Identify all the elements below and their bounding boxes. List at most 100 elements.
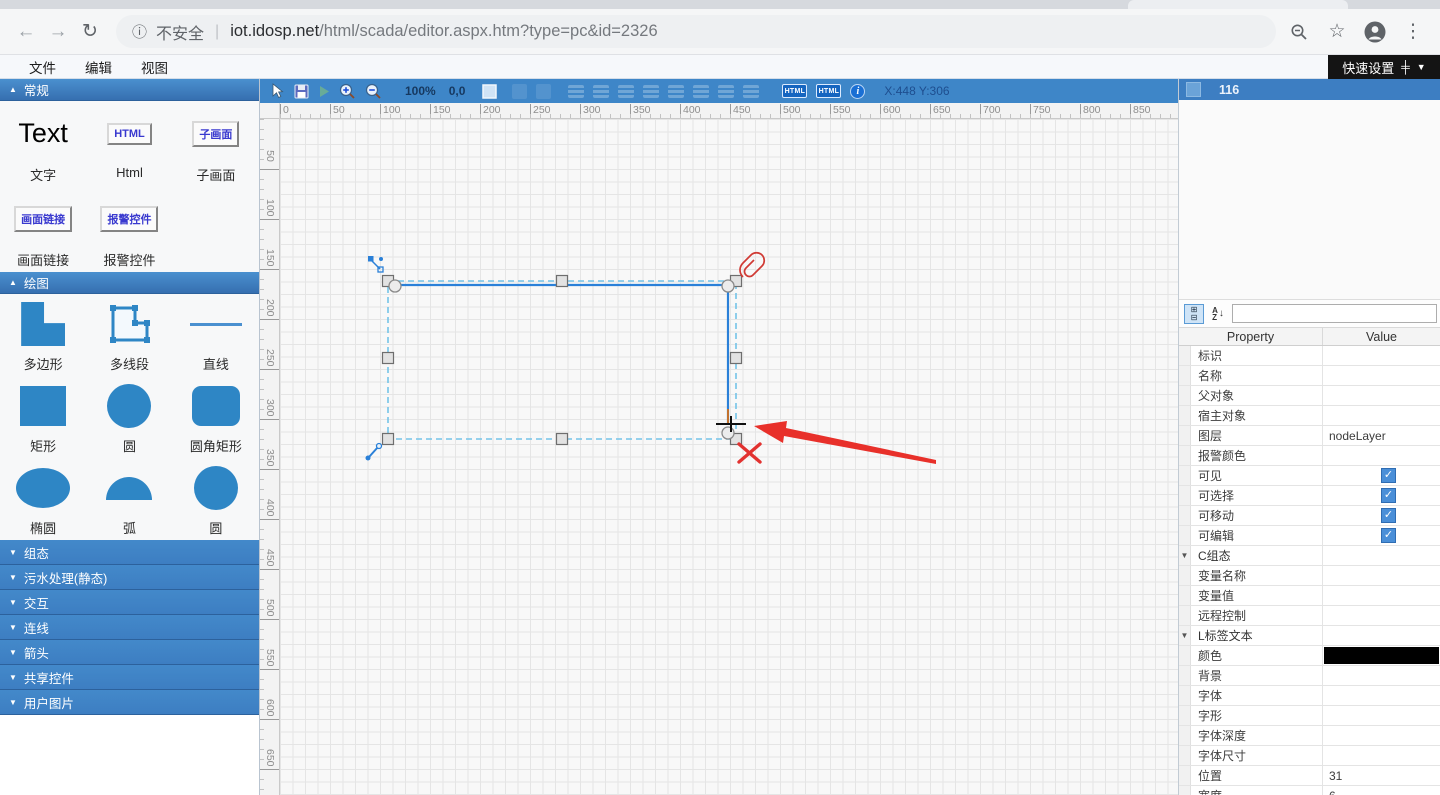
property-value-cell[interactable]	[1323, 346, 1440, 365]
run-preview-icon[interactable]	[318, 85, 330, 98]
palette-item[interactable]: 弧	[86, 458, 172, 540]
property-value-cell[interactable]: ✓	[1323, 506, 1440, 525]
browser-menu-icon[interactable]: ⋮	[1400, 19, 1426, 45]
page-info-icon[interactable]: ⓘ	[132, 21, 147, 42]
property-value-cell[interactable]	[1323, 386, 1440, 405]
save-icon[interactable]	[294, 84, 309, 99]
align-right-icon[interactable]	[618, 84, 635, 98]
html-preview-icon[interactable]: HTML	[816, 84, 842, 98]
distribute-v-icon[interactable]	[743, 84, 760, 98]
property-value-cell[interactable]	[1323, 366, 1440, 385]
chevron-up-icon: ▲	[9, 85, 17, 94]
select-tool-icon[interactable]	[270, 83, 285, 99]
address-bar[interactable]: ⓘ 不安全 | iot.idosp.net/html/scada/editor.…	[116, 15, 1276, 48]
fit-screen-icon[interactable]: ╪	[1401, 60, 1410, 74]
section-header[interactable]: ▼ 交互	[0, 590, 259, 615]
value-column-header[interactable]: Value	[1323, 328, 1440, 345]
distribute-h-icon[interactable]	[718, 84, 735, 98]
palette-item[interactable]: 椭圆	[0, 458, 86, 540]
forward-button[interactable]: →	[42, 16, 74, 48]
zoom-in-icon[interactable]	[339, 83, 356, 100]
section-header[interactable]: ▼ 污水处理(静态)	[0, 565, 259, 590]
property-value-cell[interactable]	[1323, 586, 1440, 605]
palette-item[interactable]: 画面链接 画面链接	[0, 187, 86, 272]
palette-item[interactable]: 圆角矩形	[173, 376, 259, 458]
property-filter-input[interactable]	[1232, 304, 1437, 323]
profile-avatar-icon[interactable]	[1362, 19, 1388, 45]
property-value-cell[interactable]: 31	[1323, 766, 1440, 785]
quick-settings-caret-icon[interactable]: ▼	[1417, 62, 1426, 72]
section-header[interactable]: ▼ 用户图片	[0, 690, 259, 715]
group-collapse-icon[interactable]: ▼	[1181, 551, 1189, 560]
property-checkbox[interactable]: ✓	[1381, 468, 1396, 483]
vertex-markers[interactable]	[388, 279, 735, 440]
section-header[interactable]: ▲ 绘图	[0, 272, 259, 294]
property-value-cell[interactable]	[1323, 746, 1440, 765]
resize-handles[interactable]	[381, 274, 743, 446]
section-header[interactable]: ▼ 组态	[0, 540, 259, 565]
design-canvas[interactable]	[280, 119, 1178, 795]
menu-item[interactable]: 视图	[141, 57, 168, 77]
property-value-cell[interactable]	[1323, 646, 1440, 665]
property-value-cell[interactable]: 6	[1323, 786, 1440, 795]
polyline-shape[interactable]	[395, 283, 730, 425]
palette-item[interactable]: 矩形	[0, 376, 86, 458]
browser-tab[interactable]	[1128, 0, 1348, 9]
property-value-cell[interactable]	[1323, 686, 1440, 705]
palette-item[interactable]: 圆	[86, 376, 172, 458]
palette-item[interactable]: 直线	[173, 294, 259, 376]
palette-item[interactable]: 子画面 子画面	[173, 102, 259, 187]
menu-item[interactable]: 文件	[29, 57, 56, 77]
section-header[interactable]: ▼ 共享控件	[0, 665, 259, 690]
property-value-cell[interactable]: ✓	[1323, 466, 1440, 485]
align-middle-icon[interactable]	[668, 84, 685, 98]
property-value-cell[interactable]: ✓	[1323, 486, 1440, 505]
page-list[interactable]	[1179, 100, 1440, 300]
property-checkbox[interactable]: ✓	[1381, 528, 1396, 543]
zoom-page-icon[interactable]	[1286, 19, 1312, 45]
quick-settings-button[interactable]: 快速设置 ╪ ▼	[1328, 55, 1440, 79]
group-collapse-icon[interactable]: ▼	[1181, 631, 1189, 640]
align-center-icon[interactable]	[593, 84, 610, 98]
palette-item[interactable]: 报警控件 报警控件	[86, 187, 172, 272]
section-header[interactable]: ▲ 常规	[0, 79, 259, 101]
categorized-view-icon[interactable]: ⊞ ⊟	[1184, 303, 1204, 324]
page-list-selected-item[interactable]: 116	[1179, 79, 1440, 100]
property-value-cell[interactable]: nodeLayer	[1323, 426, 1440, 445]
group-icon[interactable]	[512, 83, 528, 99]
property-value-cell[interactable]	[1323, 706, 1440, 725]
property-checkbox[interactable]: ✓	[1381, 508, 1396, 523]
selection-rect[interactable]	[387, 280, 737, 440]
property-value-cell[interactable]	[1323, 446, 1440, 465]
bookmark-star-icon[interactable]: ☆	[1324, 19, 1350, 45]
sort-az-icon[interactable]: A Z ↓	[1208, 304, 1228, 324]
menu-item[interactable]: 编辑	[85, 57, 112, 77]
zoom-out-icon[interactable]	[365, 83, 382, 100]
property-value-cell[interactable]	[1323, 406, 1440, 425]
palette-item[interactable]: HTML Html	[86, 102, 172, 187]
property-value-cell[interactable]	[1323, 726, 1440, 745]
palette-item[interactable]: 圆	[173, 458, 259, 540]
property-value-cell[interactable]	[1323, 566, 1440, 585]
html-source-icon[interactable]: HTML	[782, 84, 808, 98]
property-column-header[interactable]: Property	[1179, 328, 1323, 345]
section-header[interactable]: ▼ 箭头	[0, 640, 259, 665]
align-top-icon[interactable]	[643, 84, 660, 98]
ungroup-icon[interactable]	[536, 83, 552, 99]
property-value-cell[interactable]: ✓	[1323, 526, 1440, 545]
palette-item[interactable]: Text 文字	[0, 102, 86, 187]
color-swatch[interactable]	[1324, 647, 1439, 664]
reload-button[interactable]: ↻	[74, 16, 106, 48]
property-checkbox[interactable]: ✓	[1381, 488, 1396, 503]
property-value-cell[interactable]	[1323, 666, 1440, 685]
section-header[interactable]: ▼ 连线	[0, 615, 259, 640]
canvas-background-icon[interactable]	[482, 83, 498, 99]
align-left-icon[interactable]	[568, 84, 585, 98]
align-bottom-icon[interactable]	[693, 84, 710, 98]
back-button[interactable]: ←	[10, 16, 42, 48]
property-row: 宽度6	[1179, 786, 1440, 795]
property-value-cell[interactable]	[1323, 606, 1440, 625]
palette-item[interactable]: 多边形	[0, 294, 86, 376]
info-icon[interactable]: i	[850, 83, 866, 99]
palette-item[interactable]: 多线段	[86, 294, 172, 376]
